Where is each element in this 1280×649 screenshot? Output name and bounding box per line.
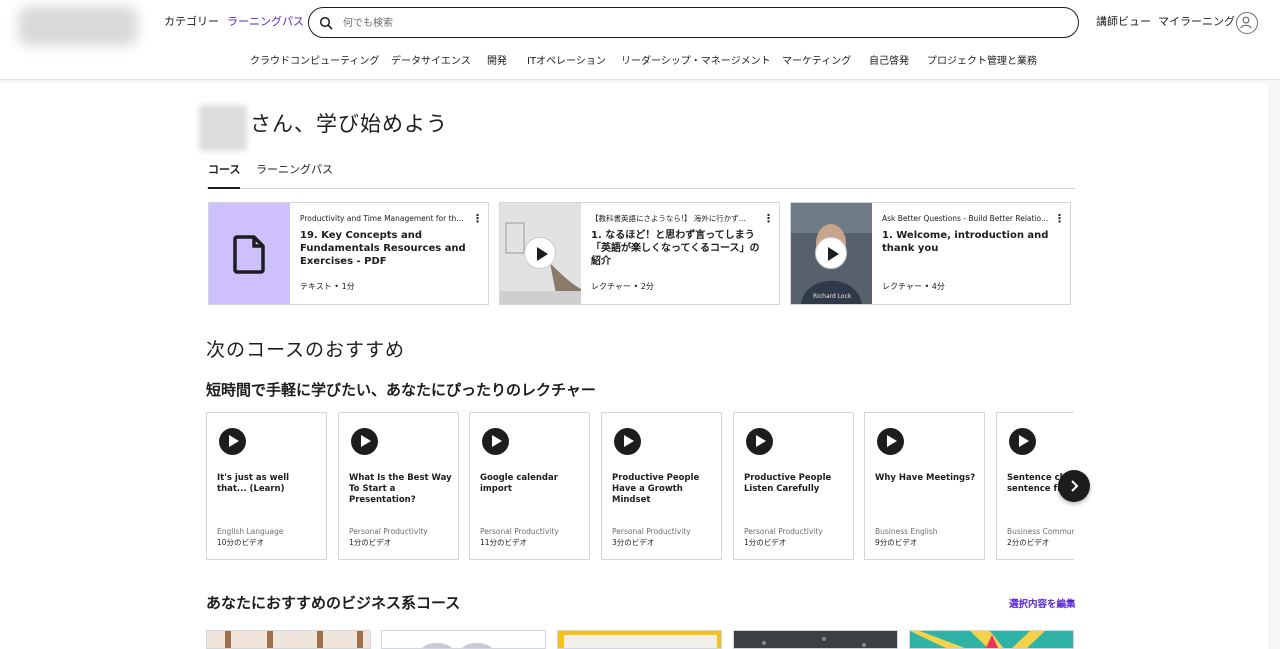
- edit-selection-link[interactable]: 選択内容を編集: [1009, 599, 1076, 611]
- subnav-self-dev[interactable]: 自己啓発: [869, 55, 909, 69]
- search-input[interactable]: [343, 13, 1063, 33]
- categories-link[interactable]: カテゴリー: [164, 15, 219, 29]
- lecture-category: Business Commun...: [1007, 527, 1074, 536]
- subnav-development[interactable]: 開発: [487, 55, 507, 69]
- course-thumbnail[interactable]: [733, 630, 898, 649]
- lecture-title: Productive People Listen Carefully: [744, 473, 832, 494]
- lecture-card[interactable]: Productive People Listen Carefully Perso…: [733, 412, 854, 560]
- page-title: さん、学び始めよう: [250, 112, 448, 136]
- card-meta: テキスト • 1分: [300, 282, 355, 291]
- lecture-duration: 11分のビデオ: [480, 538, 528, 547]
- lecture-category: Personal Productivity: [744, 527, 823, 536]
- play-icon[interactable]: [524, 237, 556, 269]
- lecture-duration: 10分のビデオ: [217, 538, 265, 547]
- subnav-data-science[interactable]: データサイエンス: [391, 55, 471, 69]
- lecture-carousel: It's just as well that... (Learn) Englis…: [206, 412, 1074, 561]
- card-lecture-title: 19. Key Concepts and Fundamentals Resour…: [300, 230, 466, 267]
- more-options-icon[interactable]: ⋮: [763, 213, 774, 227]
- document-icon: [233, 235, 265, 274]
- learning-paths-link[interactable]: ラーニングパス: [227, 15, 304, 29]
- course-thumbnail[interactable]: [381, 630, 546, 649]
- continue-card[interactable]: 【教科書英語にさようなら!】 海外に行かず... ⋮ 1. なるほど！と思わず言…: [499, 202, 780, 305]
- user-name-redacted: [199, 105, 247, 151]
- more-options-icon[interactable]: ⋮: [472, 213, 483, 227]
- subnav-cloud[interactable]: クラウドコンピューティング: [250, 55, 379, 69]
- card-course-name: Productivity and Time Management for the…: [300, 214, 468, 223]
- course-image: [207, 631, 370, 648]
- course-thumbnail[interactable]: [557, 630, 722, 649]
- tab-courses[interactable]: コース: [208, 163, 241, 189]
- section-heading-next-courses: 次のコースのおすすめ: [206, 339, 406, 361]
- card-course-name: Ask Better Questions - Build Better Rela…: [882, 214, 1049, 223]
- play-icon: [351, 428, 378, 455]
- lecture-duration: 3分のビデオ: [612, 538, 655, 547]
- learning-tabs: コース ラーニングパス: [206, 160, 1075, 189]
- section-heading-business-courses: あなたにおすすめのビジネス系コース: [206, 594, 461, 612]
- my-learning-link[interactable]: マイラーニング: [1158, 15, 1235, 29]
- search-icon: [319, 16, 333, 30]
- card-lecture-title: 1. Welcome, introduction and thank you: [882, 230, 1049, 254]
- card-thumbnail: [209, 203, 290, 304]
- course-image: [558, 631, 721, 648]
- instructor-view-link[interactable]: 講師ビュー: [1096, 15, 1151, 29]
- lecture-duration: 2分のビデオ: [1007, 538, 1050, 547]
- subnav-it-ops[interactable]: ITオペレーション: [527, 55, 606, 69]
- course-thumbnail[interactable]: [206, 630, 371, 649]
- subnav-project-mgmt[interactable]: プロジェクト管理と業務: [927, 55, 1037, 69]
- lecture-title: Productive People Have a Growth Mindset: [612, 473, 700, 505]
- chevron-right-icon: [1071, 480, 1079, 492]
- card-course-name: 【教科書英語にさようなら!】 海外に行かず...: [591, 214, 746, 223]
- course-image: [422, 643, 492, 648]
- card-meta: レクチャー • 2分: [591, 282, 654, 291]
- lecture-card[interactable]: Google calendar import Personal Producti…: [469, 412, 590, 560]
- lecture-duration: 9分のビデオ: [875, 538, 918, 547]
- lecture-title: Why Have Meetings?: [875, 473, 976, 483]
- play-icon: [219, 428, 246, 455]
- course-thumbnail[interactable]: [909, 630, 1074, 649]
- lecture-category: Business English: [875, 527, 938, 536]
- more-options-icon[interactable]: ⋮: [1054, 213, 1065, 227]
- thumbnail-caption: Richard Lock: [813, 293, 852, 300]
- continue-card[interactable]: Productivity and Time Management for the…: [208, 202, 489, 305]
- lecture-category: Personal Productivity: [612, 527, 691, 536]
- search-bar[interactable]: [308, 7, 1079, 38]
- page-scrollbar[interactable]: [1268, 80, 1280, 649]
- course-image: [910, 631, 1073, 648]
- play-icon: [1009, 428, 1036, 455]
- lecture-title: Google calendar import: [480, 473, 558, 494]
- user-icon: [1240, 16, 1252, 29]
- lecture-title: It's just as well that... (Learn): [217, 473, 290, 494]
- site-logo[interactable]: [18, 6, 138, 46]
- category-subnav: クラウドコンピューティング データサイエンス 開発 ITオペレーション リーダー…: [0, 55, 1280, 71]
- course-image: [734, 631, 897, 648]
- play-icon[interactable]: [815, 237, 847, 269]
- carousel-next-button[interactable]: [1058, 470, 1090, 502]
- subnav-leadership[interactable]: リーダーシップ・マネージメント: [621, 55, 771, 69]
- continue-card[interactable]: Richard Lock Ask Better Questions - Buil…: [790, 202, 1071, 305]
- lecture-duration: 1分のビデオ: [744, 538, 787, 547]
- lecture-card[interactable]: Productive People Have a Growth Mindset …: [601, 412, 722, 560]
- subnav-marketing[interactable]: マーケティング: [782, 55, 851, 69]
- top-header: カテゴリー ラーニングパス 講師ビュー マイラーニング クラウドコンピューティン…: [0, 0, 1280, 80]
- section-heading-short-lectures: 短時間で手軽に学びたい、あなたにぴったりのレクチャー: [206, 381, 596, 399]
- play-icon: [614, 428, 641, 455]
- card-thumbnail: Richard Lock: [791, 203, 872, 304]
- lecture-category: Personal Productivity: [480, 527, 559, 536]
- lecture-category: Personal Productivity: [349, 527, 428, 536]
- tab-learning-paths[interactable]: ラーニングパス: [256, 163, 333, 189]
- play-icon: [746, 428, 773, 455]
- lecture-duration: 1分のビデオ: [349, 538, 392, 547]
- lecture-category: English Language: [217, 527, 284, 536]
- play-icon: [482, 428, 509, 455]
- lecture-card[interactable]: What Is the Best Way To Start a Presenta…: [338, 412, 459, 560]
- card-lecture-title: 1. なるほど！と思わず言ってしまう「英語が楽しくなってくるコース」の紹介: [591, 230, 760, 267]
- lecture-card[interactable]: It's just as well that... (Learn) Englis…: [206, 412, 327, 560]
- lecture-card[interactable]: Why Have Meetings? Business English 9分のビ…: [864, 412, 985, 560]
- play-icon: [877, 428, 904, 455]
- lecture-title: What Is the Best Way To Start a Presenta…: [349, 473, 452, 505]
- card-meta: レクチャー • 4分: [882, 282, 945, 291]
- card-thumbnail: [500, 203, 581, 304]
- avatar[interactable]: [1236, 12, 1258, 34]
